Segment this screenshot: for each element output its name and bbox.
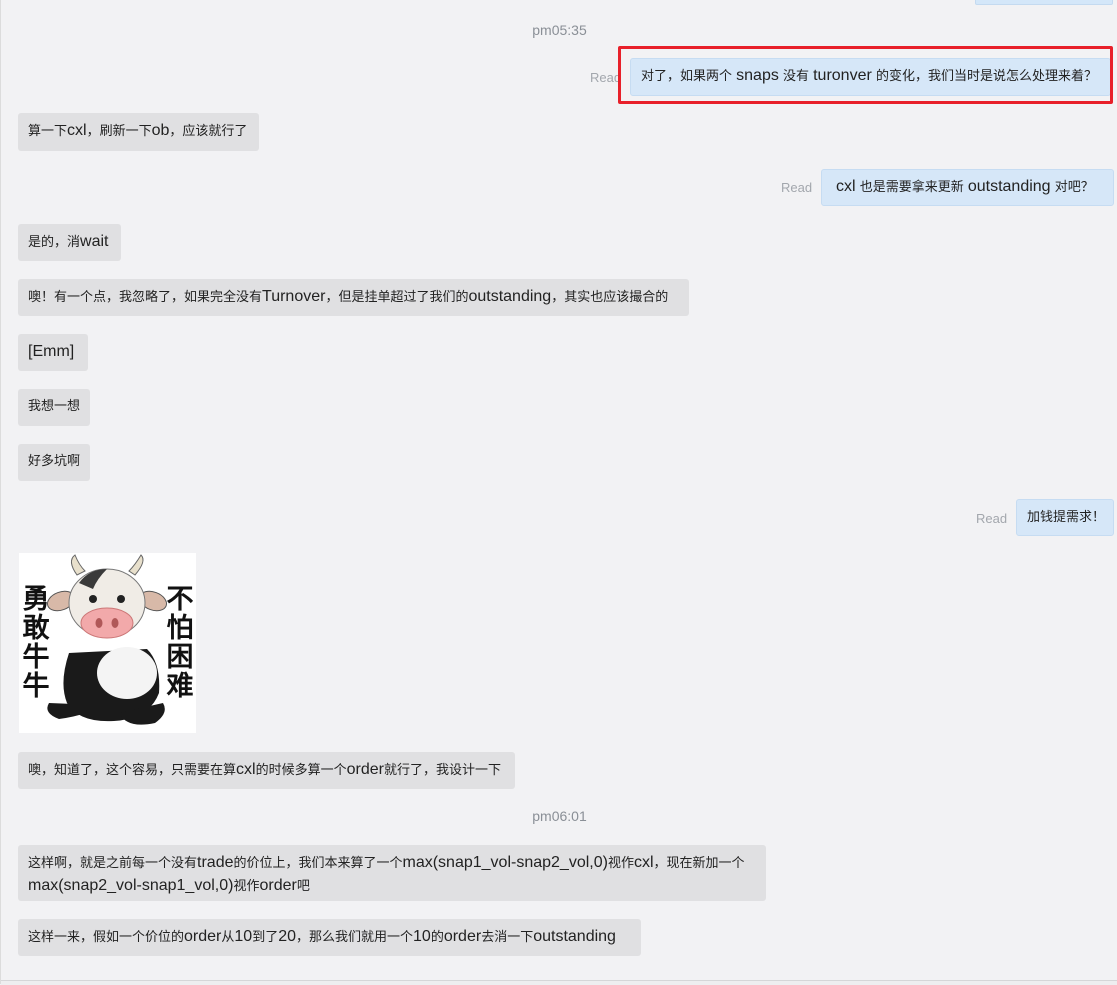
message-text: order [346,761,384,778]
message-text: order [443,928,482,945]
message-text: outstanding [967,178,1051,195]
message-text: 的时候多算一个 [255,763,347,778]
message-text: 10 [413,928,431,945]
message-text: ，但是挂单超过了我们的 [325,290,469,305]
message-text: 吧 [296,879,310,894]
message-text: 算一下 [28,124,68,139]
message-line: max(snap2_vol-snap1_vol,0)视作order吧 [28,875,756,898]
message-text: 也是需要拿来更新 [855,180,968,195]
message-text: max(snap2_vol-snap1_vol,0) [28,877,234,894]
message-text: 视作 [233,879,260,894]
message-text: 我想一想 [28,399,81,414]
message-text: 去消一下 [481,930,534,945]
message-bubble-incoming[interactable]: 噢！有一个点，我忽略了，如果完全没有Turnover，但是挂单超过了我们的out… [18,279,689,316]
timestamp: pm05:35 [532,22,587,38]
message-bubble-outgoing[interactable]: 加钱提需求！ [1016,499,1114,536]
message-text: order [259,877,297,894]
read-receipt: Read [590,70,622,85]
message-text: cxl [633,854,654,871]
message-bubble-incoming[interactable]: 算一下cxl，刷新一下ob，应该就行了 [18,113,259,151]
message-text: ob [151,122,170,139]
message-text: ，那么我们就用一个 [296,930,414,945]
message-text: cxl [67,122,87,139]
message-text: 的价位上，我们本来算了一个 [233,856,403,871]
message-text: 视作 [607,856,634,871]
highlight-box [618,46,1113,104]
message-text: outstanding [468,288,552,305]
read-receipt: Read [781,180,813,195]
message-text: 的 [430,930,444,945]
message-text: Turnover [262,288,326,305]
message-text: 到了 [252,930,279,945]
message-bubble-incoming[interactable]: [Emm] [18,334,88,371]
message-bubble-incoming[interactable]: 是的，消wait [18,224,121,261]
message-text: 对吧？ [1050,180,1094,195]
message-text: 20 [278,928,296,945]
message-text: 加钱提需求！ [1027,510,1106,525]
message-text: 从 [221,930,235,945]
message-text: 噢！有一个点，我忽略了，如果完全没有 [28,290,263,305]
message-text: ，现在新加一个 [653,856,745,871]
sticker-image[interactable]: 勇 敢 牛 牛 不 怕 困 难 [19,553,196,733]
message-text: ，刷新一下 [86,124,152,139]
message-text: 就行了，我设计一下 [383,763,501,778]
read-receipt: Read [976,511,1008,526]
message-text: 好多坑啊 [28,454,81,469]
message-text: order [184,928,222,945]
message-text: wait [80,233,109,250]
message-text: [Emm] [28,343,75,360]
message-text: cxl [836,178,856,195]
message-text: ，其实也应该撮合的 [551,290,669,305]
message-text: ，应该就行了 [169,124,248,139]
message-bubble-outgoing[interactable]: cxl 也是需要拿来更新 outstanding 对吧？ [821,169,1114,206]
message-text: max(snap1_vol-snap2_vol,0) [402,854,608,871]
message-line: 这样啊，就是之前每一个没有trade的价位上，我们本来算了一个max(snap1… [28,852,756,875]
timestamp: pm06:01 [532,808,587,824]
message-text: trade [197,854,234,871]
message-text: outstanding [533,928,616,945]
message-text: 这样一来，假如一个价位的 [28,930,185,945]
message-bubble-incoming[interactable]: 我想一想 [18,389,90,426]
input-area-divider [1,980,1117,985]
message-bubble-incoming[interactable]: 好多坑啊 [18,444,90,481]
message-text: cxl [236,761,256,778]
previous-message-bubble-edge[interactable] [975,0,1113,5]
cow-icon [46,554,168,725]
message-text: 这样啊，就是之前每一个没有 [28,856,198,871]
message-bubble-incoming[interactable]: 这样一来，假如一个价位的order从10到了20，那么我们就用一个10的orde… [18,919,641,956]
message-bubble-incoming[interactable]: 这样啊，就是之前每一个没有trade的价位上，我们本来算了一个max(snap1… [18,845,766,901]
message-text: 10 [234,928,253,945]
message-bubble-incoming[interactable]: 噢，知道了，这个容易，只需要在算cxl的时候多算一个order就行了，我设计一下 [18,752,515,789]
message-text: 噢，知道了，这个容易，只需要在算 [28,763,237,778]
message-text: 是的，消 [28,235,81,250]
chat-window: pm05:35 Read 对了，如果两个 snaps 没有 turonver 的… [0,0,1117,985]
